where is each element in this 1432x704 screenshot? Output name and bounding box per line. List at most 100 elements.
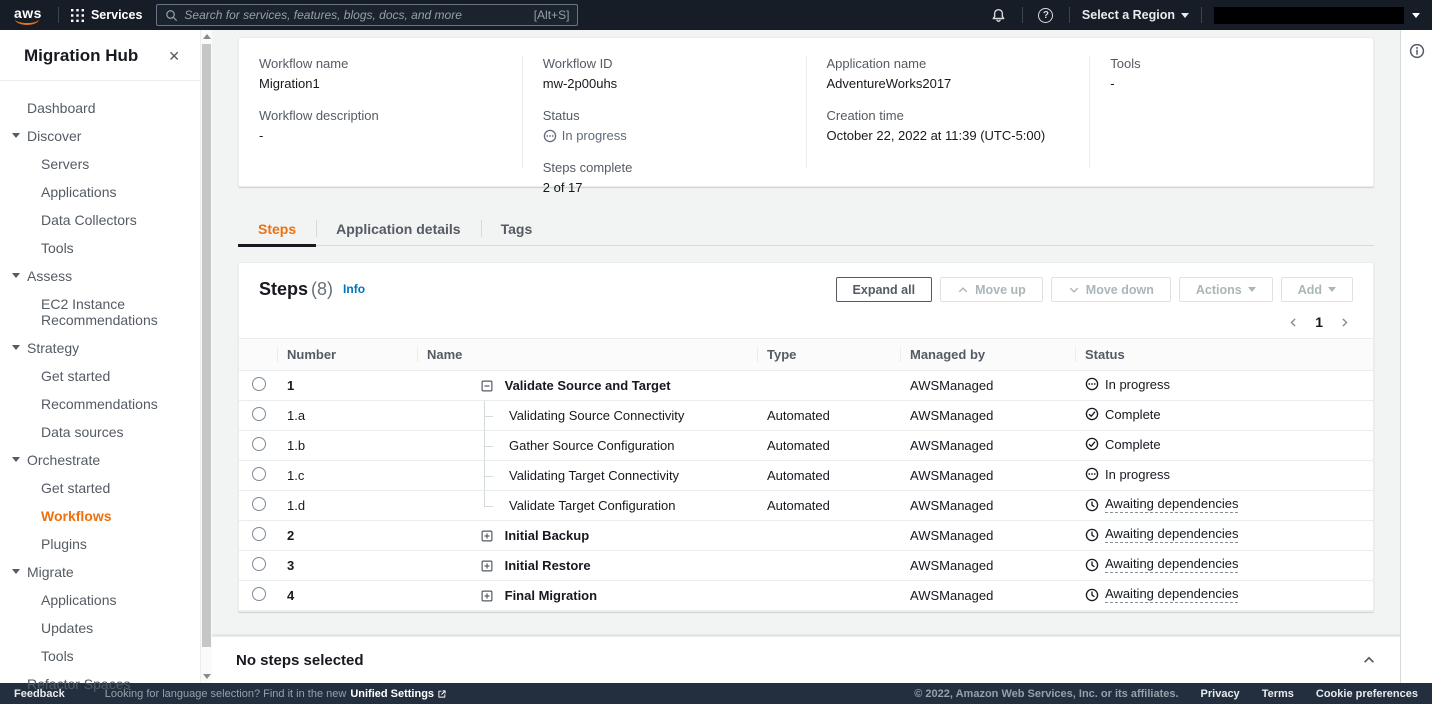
sidebar-item-orchestrate[interactable]: Orchestrate: [0, 449, 200, 471]
column-status: Status: [1075, 338, 1373, 371]
sidebar-item-recommendations[interactable]: Recommendations: [0, 393, 200, 415]
step-number: 1.c: [287, 468, 305, 483]
add-dropdown-button[interactable]: Add: [1280, 277, 1353, 302]
step-select-radio[interactable]: [252, 467, 266, 481]
topbar-divider: [1201, 7, 1202, 23]
close-icon[interactable]: ✕: [168, 49, 180, 63]
unified-settings-link[interactable]: Unified Settings: [350, 688, 447, 700]
pagination: 1: [239, 302, 1373, 338]
help-button[interactable]: ?: [1035, 7, 1057, 23]
step-row-4[interactable]: 4 Final Migration AWSManaged Awaiting de…: [239, 580, 1373, 611]
scroll-up-arrow-icon[interactable]: [203, 34, 211, 39]
sidebar-item-tools[interactable]: Tools: [0, 645, 200, 667]
step-name: Validating Source Connectivity: [509, 408, 685, 423]
column-type: Type: [757, 338, 900, 371]
previous-page-button[interactable]: [1287, 316, 1300, 329]
privacy-link[interactable]: Privacy: [1201, 688, 1240, 700]
global-search-box[interactable]: [Alt+S]: [156, 4, 579, 26]
sidebar-item-tools[interactable]: Tools: [0, 237, 200, 259]
copyright: © 2022, Amazon Web Services, Inc. or its…: [914, 687, 1179, 700]
step-select-radio[interactable]: [252, 437, 266, 451]
top-navigation-bar: aws Services [Alt+S] ? Select a Region: [0, 0, 1432, 30]
sidebar-item-strategy[interactable]: Strategy: [0, 337, 200, 359]
expand-all-button[interactable]: Expand all: [835, 277, 933, 302]
step-status-label[interactable]: Awaiting dependencies: [1105, 526, 1239, 544]
tab-steps[interactable]: Steps: [238, 212, 317, 247]
step-select-radio[interactable]: [252, 527, 266, 541]
aws-logo[interactable]: aws: [14, 5, 42, 25]
collapse-chevron-up-icon[interactable]: [1362, 653, 1376, 667]
tab-tags[interactable]: Tags: [480, 212, 553, 245]
step-status-label[interactable]: Awaiting dependencies: [1105, 496, 1239, 514]
chevron-down-icon: [1069, 287, 1079, 293]
expand-toggle-icon[interactable]: [481, 380, 493, 392]
cookie-preferences-link[interactable]: Cookie preferences: [1316, 688, 1418, 700]
topbar-divider: [57, 7, 59, 23]
move-down-button[interactable]: Move down: [1050, 277, 1171, 302]
tab-application-details[interactable]: Application details: [316, 212, 480, 245]
current-page-number[interactable]: 1: [1315, 314, 1323, 330]
notifications-button[interactable]: [988, 8, 1010, 23]
chevron-left-icon: [1290, 317, 1296, 327]
caret-down-icon: [1181, 12, 1189, 18]
sidebar-item-applications[interactable]: Applications: [0, 589, 200, 611]
sidebar-item-migrate[interactable]: Migrate: [0, 561, 200, 583]
step-row-2[interactable]: 2 Initial Backup AWSManaged Awaiting dep…: [239, 520, 1373, 551]
search-input[interactable]: [184, 8, 528, 22]
step-status: In progress: [1075, 370, 1373, 401]
services-menu-button[interactable]: Services: [70, 8, 142, 22]
step-status: Awaiting dependencies: [1075, 490, 1373, 521]
step-row-1.a[interactable]: 1.a Validating Source Connectivity Autom…: [239, 400, 1373, 431]
expand-toggle-icon[interactable]: [481, 560, 493, 572]
sidebar-item-data-collectors[interactable]: Data Collectors: [0, 209, 200, 231]
step-row-1.c[interactable]: 1.c Validating Target Connectivity Autom…: [239, 460, 1373, 491]
step-status-label: Complete: [1105, 406, 1161, 422]
expand-toggle-icon[interactable]: [481, 590, 493, 602]
step-select-radio[interactable]: [252, 557, 266, 571]
sidebar-item-get-started[interactable]: Get started: [0, 365, 200, 387]
step-select-radio[interactable]: [252, 587, 266, 601]
sidebar-item-servers[interactable]: Servers: [0, 153, 200, 175]
info-circle-icon[interactable]: [1409, 43, 1425, 59]
sidebar-item-assess[interactable]: Assess: [0, 265, 200, 287]
search-shortcut-hint: [Alt+S]: [533, 8, 570, 22]
step-row-3[interactable]: 3 Initial Restore AWSManaged Awaiting de…: [239, 550, 1373, 581]
step-row-1[interactable]: 1 Validate Source and Target AWSManaged …: [239, 370, 1373, 401]
sidebar-item-dashboard[interactable]: Dashboard: [0, 97, 200, 119]
info-link[interactable]: Info: [343, 282, 365, 296]
scroll-down-arrow-icon[interactable]: [203, 674, 211, 679]
caret-down-icon: [1412, 12, 1420, 18]
step-name: Validating Target Connectivity: [509, 468, 680, 483]
expand-toggle-icon[interactable]: [481, 530, 493, 542]
column-number: Number: [277, 338, 417, 371]
sidebar-item-workflows[interactable]: Workflows: [0, 505, 200, 527]
sidebar-item-plugins[interactable]: Plugins: [0, 533, 200, 555]
step-select-radio[interactable]: [252, 497, 266, 511]
move-up-button[interactable]: Move up: [940, 277, 1043, 302]
sidebar-item-updates[interactable]: Updates: [0, 617, 200, 639]
step-row-1.b[interactable]: 1.b Gather Source Configuration Automate…: [239, 430, 1373, 461]
account-menu[interactable]: [1214, 6, 1420, 24]
awaiting-clock-icon: [1085, 588, 1099, 602]
field-label: Creation time: [826, 108, 904, 123]
sidebar-item-applications[interactable]: Applications: [0, 181, 200, 203]
console-footer: Feedback Looking for language selection?…: [0, 683, 1432, 704]
step-select-radio[interactable]: [252, 407, 266, 421]
step-select-radio[interactable]: [252, 377, 266, 391]
sidebar-item-refactor-spaces[interactable]: Refactor Spaces: [0, 673, 200, 695]
sidebar-item-get-started[interactable]: Get started: [0, 477, 200, 499]
next-page-button[interactable]: [1338, 316, 1351, 329]
step-row-1.d[interactable]: 1.d Validate Target Configuration Automa…: [239, 490, 1373, 521]
actions-dropdown-button[interactable]: Actions: [1178, 277, 1273, 302]
sidebar-scrollbar[interactable]: [200, 30, 212, 683]
terms-link[interactable]: Terms: [1262, 688, 1294, 700]
scrollbar-thumb[interactable]: [202, 44, 211, 647]
region-selector[interactable]: Select a Region: [1082, 8, 1189, 22]
sidebar-item-discover[interactable]: Discover: [0, 125, 200, 147]
step-status-label: In progress: [1105, 466, 1171, 482]
step-status-label[interactable]: Awaiting dependencies: [1105, 586, 1239, 604]
step-status-label[interactable]: Awaiting dependencies: [1105, 556, 1239, 574]
sidebar-item-ec2-instance-recommendations[interactable]: EC2 Instance Recommendations: [0, 293, 200, 331]
topbar-divider: [1068, 7, 1070, 23]
sidebar-item-data-sources[interactable]: Data sources: [0, 421, 200, 443]
